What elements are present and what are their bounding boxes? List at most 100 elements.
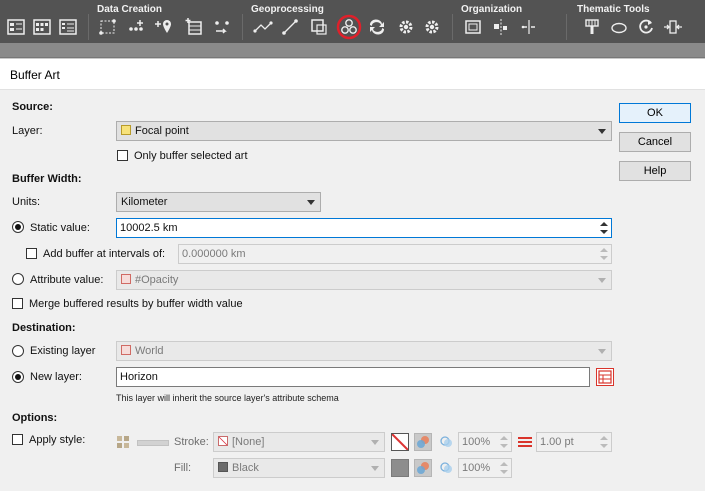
units-label: Units: bbox=[12, 196, 41, 208]
existing-layer-radio[interactable] bbox=[12, 345, 24, 357]
units-select[interactable]: Kilometer bbox=[116, 192, 321, 212]
static-value-radio[interactable] bbox=[12, 221, 24, 233]
merge-checkbox[interactable] bbox=[12, 298, 23, 309]
crop-icon[interactable] bbox=[309, 17, 329, 37]
destination-heading: Destination: bbox=[12, 322, 76, 334]
distribute-icon[interactable] bbox=[519, 17, 539, 37]
spinner-icon[interactable] bbox=[598, 220, 610, 236]
layer-label: Layer: bbox=[12, 125, 43, 137]
dialog-title: Buffer Art bbox=[10, 68, 60, 82]
only-selected-checkbox[interactable] bbox=[117, 150, 128, 161]
add-intervals-checkbox[interactable] bbox=[26, 248, 37, 259]
intervals-input[interactable]: 0.000000 km bbox=[178, 244, 612, 264]
toolbar-separator bbox=[88, 14, 89, 40]
spinner-icon[interactable] bbox=[598, 434, 610, 450]
settings-gear-icon[interactable] bbox=[396, 17, 416, 37]
new-layer-input[interactable]: Horizon bbox=[116, 367, 590, 387]
options-heading: Options: bbox=[12, 412, 58, 424]
attribute-value-radio[interactable] bbox=[12, 273, 24, 285]
intervals-text: 0.000000 km bbox=[182, 248, 246, 260]
expand-horizontal-icon[interactable] bbox=[663, 17, 683, 37]
static-value-input[interactable]: 10002.5 km bbox=[116, 218, 612, 238]
existing-layer-select[interactable]: World bbox=[116, 341, 612, 361]
no-stroke-icon bbox=[218, 436, 228, 446]
stroke-overprint-icon[interactable] bbox=[414, 433, 432, 451]
stroke-opacity-text: 100% bbox=[462, 436, 491, 448]
attribute-value-label: Attribute value: bbox=[30, 274, 104, 286]
black-fill-icon bbox=[218, 462, 228, 472]
layer-grid-icon bbox=[121, 345, 131, 355]
source-heading: Source: bbox=[12, 101, 53, 113]
connect-paths-icon[interactable] bbox=[281, 17, 301, 37]
swap-icon[interactable] bbox=[367, 17, 387, 37]
grid-panel-icon[interactable] bbox=[32, 17, 52, 37]
toolbar-separator bbox=[242, 14, 243, 40]
stroke-color-swatch[interactable] bbox=[391, 433, 409, 451]
points-to-paths-icon[interactable] bbox=[212, 17, 232, 37]
buffer-art-icon[interactable] bbox=[336, 13, 362, 41]
toolbar-underbar bbox=[0, 43, 705, 58]
draw-path-icon[interactable] bbox=[98, 17, 118, 37]
dialog-titlebar[interactable]: Buffer Art bbox=[0, 59, 705, 90]
chevron-down-icon bbox=[307, 200, 315, 205]
stroke-select[interactable]: [None] bbox=[213, 432, 385, 452]
spinner-icon[interactable] bbox=[598, 246, 610, 262]
spinner-icon[interactable] bbox=[498, 434, 510, 450]
fill-opacity-input[interactable]: 100% bbox=[458, 458, 512, 478]
layer-select[interactable]: Focal point bbox=[116, 121, 612, 141]
units-select-value: Kilometer bbox=[121, 196, 168, 208]
stroke-weight-icon bbox=[518, 436, 532, 448]
settings-gear-alt-icon[interactable] bbox=[422, 17, 442, 37]
group-title-thematic-tools: Thematic Tools bbox=[577, 4, 650, 15]
ellipse-icon[interactable] bbox=[609, 17, 629, 37]
align-icon[interactable] bbox=[491, 17, 511, 37]
style-swatch-icon bbox=[117, 436, 129, 448]
add-table-icon[interactable] bbox=[184, 17, 204, 37]
static-value-label: Static value: bbox=[30, 222, 90, 234]
stroke-weight-text: 1.00 pt bbox=[540, 436, 574, 448]
add-points-icon[interactable] bbox=[126, 17, 146, 37]
ok-button[interactable]: OK bbox=[619, 103, 691, 123]
chevron-down-icon bbox=[598, 278, 606, 283]
new-layer-text: Horizon bbox=[120, 371, 158, 383]
toolbar: Data Creation Geoprocessing Organization bbox=[0, 0, 705, 43]
only-selected-label: Only buffer selected art bbox=[134, 150, 248, 162]
stroke-opacity-icon bbox=[440, 435, 454, 449]
attribute-select[interactable]: #Opacity bbox=[116, 270, 612, 290]
chevron-down-icon bbox=[371, 466, 379, 471]
existing-layer-value: World bbox=[135, 345, 164, 357]
split-path-icon[interactable] bbox=[253, 17, 273, 37]
fill-color-swatch[interactable] bbox=[391, 459, 409, 477]
brush-icon[interactable] bbox=[582, 17, 602, 37]
toolbar-separator bbox=[452, 14, 453, 40]
rotate-icon[interactable] bbox=[636, 17, 656, 37]
merge-label: Merge buffered results by buffer width v… bbox=[29, 298, 243, 310]
style-slider[interactable] bbox=[137, 440, 169, 446]
table-panel-icon[interactable] bbox=[58, 17, 78, 37]
help-button[interactable]: Help bbox=[619, 161, 691, 181]
frame-icon[interactable] bbox=[463, 17, 483, 37]
fill-select[interactable]: Black bbox=[213, 458, 385, 478]
cancel-button[interactable]: Cancel bbox=[619, 132, 691, 152]
new-layer-note: This layer will inherit the source layer… bbox=[116, 393, 339, 403]
fill-overprint-icon[interactable] bbox=[414, 459, 432, 477]
add-location-icon[interactable] bbox=[154, 17, 174, 37]
layer-select-value: Focal point bbox=[135, 125, 189, 137]
stroke-opacity-input[interactable]: 100% bbox=[458, 432, 512, 452]
layer-attributes-icon[interactable] bbox=[596, 368, 614, 386]
apply-style-checkbox[interactable] bbox=[12, 434, 23, 445]
panel-layout-icon[interactable] bbox=[6, 17, 26, 37]
add-intervals-label: Add buffer at intervals of: bbox=[43, 248, 166, 260]
attribute-select-value: #Opacity bbox=[135, 274, 179, 286]
stroke-weight-input[interactable]: 1.00 pt bbox=[536, 432, 612, 452]
static-value-text: 10002.5 km bbox=[120, 222, 178, 234]
fill-opacity-text: 100% bbox=[462, 462, 491, 474]
fill-opacity-icon bbox=[440, 461, 454, 475]
stroke-label: Stroke: bbox=[174, 436, 209, 448]
chevron-down-icon bbox=[371, 440, 379, 445]
point-layer-icon bbox=[121, 125, 131, 135]
buffer-art-dialog: Buffer Art OK Cancel Help Source: Layer:… bbox=[0, 58, 705, 491]
spinner-icon[interactable] bbox=[498, 460, 510, 476]
attribute-icon bbox=[121, 274, 131, 284]
new-layer-radio[interactable] bbox=[12, 371, 24, 383]
